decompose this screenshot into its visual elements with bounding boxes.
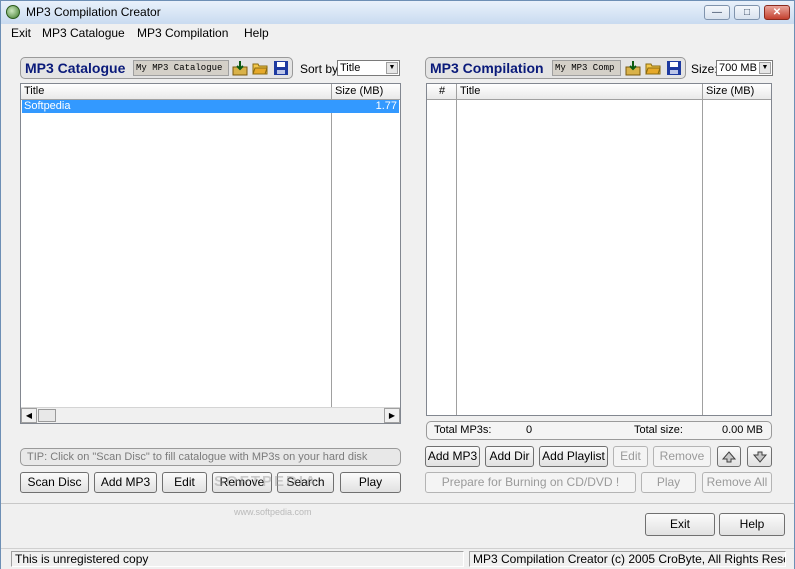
- title-bar[interactable]: MP3 Compilation Creator — □ ✕: [1, 1, 794, 25]
- exit-button[interactable]: Exit: [645, 513, 715, 536]
- menu-mp3-compilation[interactable]: MP3 Compilation: [137, 26, 228, 40]
- open-folder-icon[interactable]: [645, 60, 661, 76]
- scroll-left-icon[interactable]: ◀: [21, 408, 37, 423]
- column-header-number[interactable]: #: [427, 84, 457, 100]
- totals-bar: Total MP3s: 0 Total size: 0.00 MB: [426, 421, 772, 440]
- row-title: Softpedia: [24, 100, 71, 112]
- column-header-title[interactable]: Title: [21, 84, 332, 100]
- arrow-down-icon: [752, 451, 767, 463]
- maximize-icon[interactable]: □: [734, 5, 760, 20]
- move-up-button[interactable]: [717, 446, 741, 467]
- size-value: 700 MB: [719, 62, 757, 74]
- scroll-right-icon[interactable]: ▶: [384, 408, 400, 423]
- catalogue-title: MP3 Catalogue: [25, 60, 126, 76]
- window-title: MP3 Compilation Creator: [26, 5, 161, 19]
- scroll-thumb[interactable]: [38, 409, 56, 422]
- compilation-edit-button[interactable]: Edit: [613, 446, 648, 467]
- catalogue-header: MP3 Catalogue My MP3 Catalogue: [20, 57, 293, 79]
- column-header-size[interactable]: Size (MB): [332, 84, 400, 100]
- help-button[interactable]: Help: [719, 513, 785, 536]
- add-playlist-button[interactable]: Add Playlist: [539, 446, 608, 467]
- save-disk-icon[interactable]: [666, 60, 682, 76]
- add-dir-button[interactable]: Add Dir: [485, 446, 534, 467]
- chevron-down-icon[interactable]: ▼: [386, 62, 398, 74]
- import-icon[interactable]: [625, 60, 641, 76]
- open-folder-icon[interactable]: [252, 60, 268, 76]
- status-unregistered: This is unregistered copy: [11, 551, 464, 567]
- column-divider: [702, 84, 703, 415]
- column-header-title[interactable]: Title: [457, 84, 703, 100]
- status-bar: This is unregistered copy MP3 Compilatio…: [1, 548, 794, 569]
- chevron-down-icon[interactable]: ▼: [759, 62, 771, 74]
- compilation-name-field[interactable]: My MP3 Comp: [552, 60, 621, 76]
- catalogue-name-field[interactable]: My MP3 Catalogue: [133, 60, 229, 76]
- catalogue-list[interactable]: Title Size (MB) Softpedia 1.77 ◀ ▶: [20, 83, 401, 424]
- column-divider: [456, 84, 457, 415]
- app-window: MP3 Compilation Creator — □ ✕ Exit MP3 C…: [0, 0, 795, 569]
- menu-exit[interactable]: Exit: [11, 26, 31, 40]
- size-label: Size:: [691, 62, 718, 76]
- menu-mp3-catalogue[interactable]: MP3 Catalogue: [42, 26, 125, 40]
- compilation-add-mp3-button[interactable]: Add MP3: [425, 446, 480, 467]
- column-header-size[interactable]: Size (MB): [703, 84, 771, 100]
- compilation-play-button[interactable]: Play: [641, 472, 696, 493]
- prepare-burning-button[interactable]: Prepare for Burning on CD/DVD !: [425, 472, 636, 493]
- sort-by-label: Sort by:: [300, 62, 342, 76]
- total-size-value: 0.00 MB: [722, 424, 763, 436]
- status-copyright: MP3 Compilation Creator (c) 2005 CroByte…: [469, 551, 786, 567]
- catalogue-edit-button[interactable]: Edit: [162, 472, 207, 493]
- horizontal-scrollbar[interactable]: ◀ ▶: [21, 407, 400, 423]
- total-size-label: Total size:: [634, 424, 683, 436]
- total-mp3s-value: 0: [526, 424, 533, 436]
- softpedia-url-watermark: www.softpedia.com: [234, 507, 312, 517]
- catalogue-play-button[interactable]: Play: [340, 472, 401, 493]
- size-select[interactable]: 700 MB ▼: [716, 60, 773, 76]
- close-icon[interactable]: ✕: [764, 5, 790, 20]
- column-divider: [331, 84, 332, 408]
- save-disk-icon[interactable]: [273, 60, 289, 76]
- remove-all-button[interactable]: Remove All: [702, 472, 772, 493]
- sort-by-select[interactable]: Title ▼: [337, 60, 400, 76]
- compilation-remove-button[interactable]: Remove: [653, 446, 711, 467]
- move-down-button[interactable]: [747, 446, 772, 467]
- row-size: 1.77: [375, 100, 397, 112]
- minimize-icon[interactable]: —: [704, 5, 730, 20]
- tip-text: TIP: Click on "Scan Disc" to fill catalo…: [20, 448, 401, 466]
- sort-by-value: Title: [340, 62, 361, 74]
- total-mp3s-label: Total MP3s:: [434, 424, 492, 436]
- arrow-up-icon: [721, 451, 737, 463]
- menu-help[interactable]: Help: [244, 26, 269, 40]
- catalogue-add-mp3-button[interactable]: Add MP3: [94, 472, 157, 493]
- softpedia-watermark: SOFTPEDIA: [214, 473, 318, 490]
- divider: [1, 503, 794, 504]
- compilation-header: MP3 Compilation My MP3 Comp: [425, 57, 686, 79]
- compilation-title: MP3 Compilation: [430, 60, 544, 76]
- app-cd-icon: [6, 5, 20, 19]
- table-row[interactable]: Softpedia 1.77: [22, 100, 399, 113]
- compilation-list[interactable]: # Title Size (MB): [426, 83, 772, 416]
- menu-bar: Exit MP3 Catalogue MP3 Compilation Help: [1, 24, 794, 43]
- scan-disc-button[interactable]: Scan Disc: [20, 472, 89, 493]
- import-icon[interactable]: [232, 60, 248, 76]
